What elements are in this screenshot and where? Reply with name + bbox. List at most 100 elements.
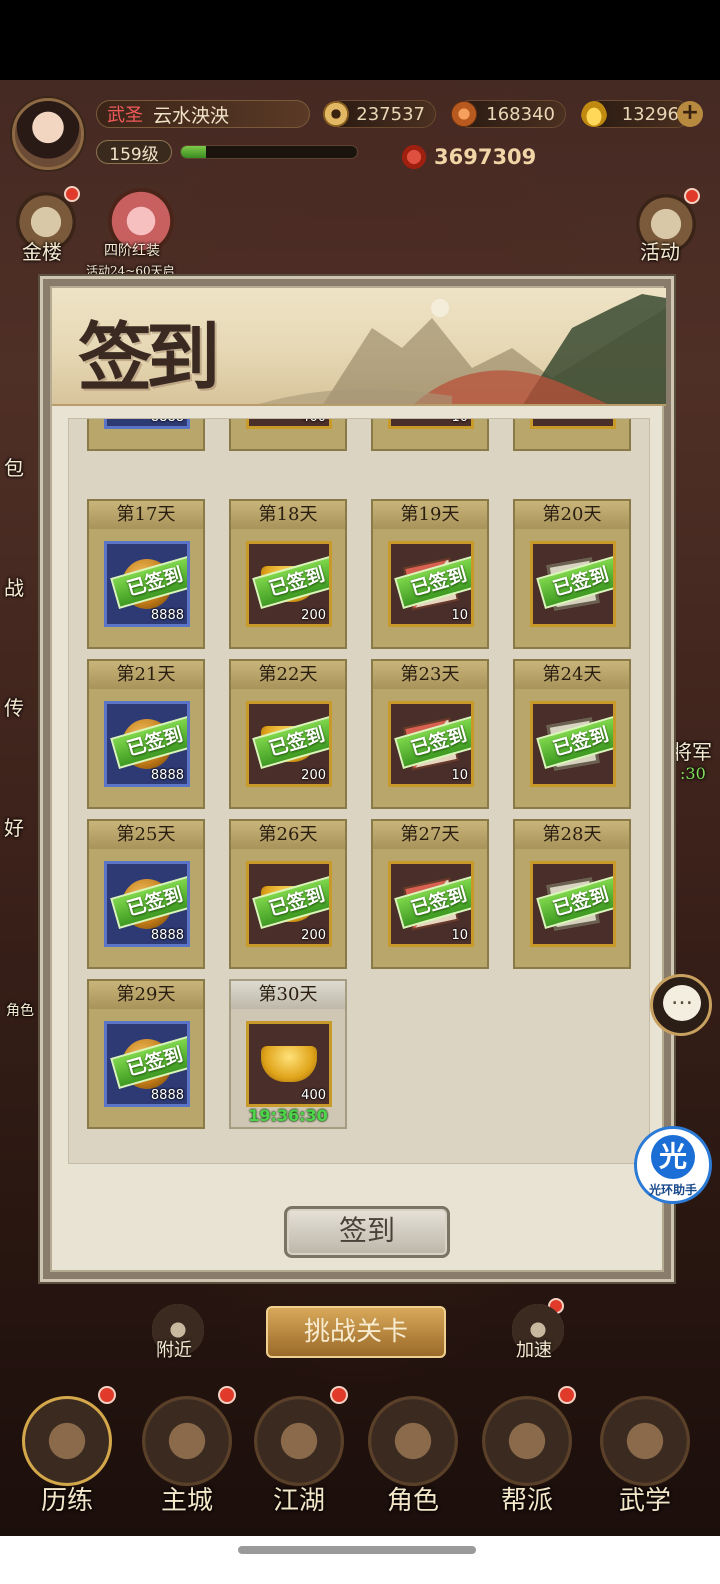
- item-qty: 200: [301, 928, 326, 943]
- nav-label: 主城: [160, 1486, 213, 1516]
- day-card[interactable]: 第17天 8888 已签到: [87, 499, 205, 649]
- item-qty: 400: [301, 419, 326, 425]
- system-nav-bar: [0, 1536, 720, 1584]
- item-box: 10: [388, 419, 474, 429]
- modal-title: 签到: [78, 315, 220, 401]
- day-label: 第18天: [231, 501, 345, 529]
- gem-icon: [451, 101, 477, 127]
- nav-martial-arts[interactable]: 武学: [590, 1384, 700, 1516]
- power-value: 3697309: [434, 145, 537, 169]
- player-name: 云水泱泱: [153, 104, 230, 127]
- item-box: 已签到: [530, 541, 616, 627]
- add-ingot-button[interactable]: +: [677, 101, 703, 127]
- item-qty: 8888: [150, 608, 184, 623]
- event-label: 活动: [640, 240, 680, 264]
- ingot-icon: [581, 101, 607, 127]
- nav-training[interactable]: 历练: [12, 1384, 122, 1516]
- nav-character[interactable]: 角色: [358, 1384, 468, 1516]
- day-label: 第28天: [515, 821, 629, 849]
- training-icon: [22, 1396, 112, 1486]
- nav-guild[interactable]: 帮派: [472, 1384, 582, 1516]
- ingot-counter: 13296 +: [581, 100, 703, 128]
- day-label: 第30天: [231, 981, 345, 1009]
- item-box: 200 已签到: [246, 541, 332, 627]
- side-label-battle: 战: [4, 576, 24, 600]
- item-box: 400: [246, 419, 332, 429]
- item-box: 8888 已签到: [104, 861, 190, 947]
- item-box: [530, 419, 616, 429]
- home-gesture-pill[interactable]: [238, 1546, 476, 1554]
- day-card[interactable]: 第21天 8888 已签到: [87, 659, 205, 809]
- day-label: 第19天: [373, 501, 487, 529]
- day-card-partial[interactable]: [513, 419, 631, 451]
- day-card[interactable]: 第23天 10 已签到: [371, 659, 489, 809]
- day-card[interactable]: 第20天已签到: [513, 499, 631, 649]
- day-label: 第20天: [515, 501, 629, 529]
- day-label: 第22天: [231, 661, 345, 689]
- sword-icon: [254, 1396, 344, 1486]
- day-card-partial[interactable]: 10: [371, 419, 489, 451]
- item-qty: 10: [451, 928, 468, 943]
- notification-dot: [98, 1386, 116, 1404]
- item-box: 8888 已签到: [104, 1021, 190, 1107]
- side-label-friend: 好: [4, 816, 24, 840]
- notification-dot: [64, 186, 80, 202]
- item-qty: 10: [451, 608, 468, 623]
- gold-ingot-icon: [261, 1046, 317, 1082]
- scroll-stack-icon: [600, 1396, 690, 1486]
- name-plate: 武圣 云水泱泱: [96, 100, 310, 128]
- day-label: 第23天: [373, 661, 487, 689]
- day-card[interactable]: 第30天 400 19:36:30: [229, 979, 347, 1129]
- item-qty: 8888: [150, 768, 184, 783]
- item-box: 8888: [104, 419, 190, 429]
- day-card[interactable]: 第29天 8888 已签到: [87, 979, 205, 1129]
- challenge-button[interactable]: 挑战关卡: [266, 1306, 446, 1358]
- day-card[interactable]: 第19天 10 已签到: [371, 499, 489, 649]
- collapse-handle[interactable]: [10, 346, 46, 382]
- day-card[interactable]: 第22天 200 已签到: [229, 659, 347, 809]
- city-gate-icon: [142, 1396, 232, 1486]
- day-card[interactable]: 第18天 200 已签到: [229, 499, 347, 649]
- day-card-partial[interactable]: 400: [229, 419, 347, 451]
- item-qty: 8888: [150, 928, 184, 943]
- day-label: 第21天: [89, 661, 203, 689]
- avatar[interactable]: [12, 98, 84, 170]
- day-card-partial[interactable]: 8888: [87, 419, 205, 451]
- checkin-grid: 8888 400 10 第17天8888已签到第18天200已签到第19天10已…: [68, 418, 650, 1164]
- day-card[interactable]: 第25天 8888 已签到: [87, 819, 205, 969]
- coin-value: 237537: [356, 103, 425, 125]
- item-qty: 200: [301, 768, 326, 783]
- status-bar: [0, 0, 720, 80]
- day-label: 第29天: [89, 981, 203, 1009]
- exp-bar: [180, 145, 358, 159]
- nav-label: 角色: [386, 1486, 439, 1516]
- helper-app-button[interactable]: 光 光环助手: [634, 1126, 712, 1204]
- gem-value: 168340: [486, 103, 555, 125]
- side-label-legend: 传: [4, 696, 24, 720]
- day-card[interactable]: 第24天 已签到: [513, 659, 631, 809]
- day-card[interactable]: 第27天 10 已签到: [371, 819, 489, 969]
- power-icon: [400, 143, 428, 171]
- item-qty: 10: [451, 768, 468, 783]
- day-label: 第25天: [89, 821, 203, 849]
- item-box: 8888 已签到: [104, 701, 190, 787]
- side-label-role: 角色: [6, 1003, 34, 1019]
- coin-icon: [323, 101, 349, 127]
- chat-bubble-icon[interactable]: [650, 974, 712, 1036]
- speedup-label: 加速: [516, 1340, 552, 1361]
- day-label: 第27天: [373, 821, 487, 849]
- day-card[interactable]: 第26天 200 已签到: [229, 819, 347, 969]
- nav-main-city[interactable]: 主城: [132, 1384, 242, 1516]
- item-box: 200 已签到: [246, 861, 332, 947]
- item-qty: 10: [451, 419, 468, 425]
- day-card[interactable]: 第28天 已签到: [513, 819, 631, 969]
- side-label-bag: 包: [4, 456, 24, 480]
- nav-label: 武学: [618, 1486, 671, 1516]
- checkin-button[interactable]: 签到: [284, 1206, 450, 1258]
- item-qty: 400: [301, 1088, 326, 1103]
- nav-jianghu[interactable]: 江湖: [244, 1384, 354, 1516]
- countdown-timer: 19:36:30: [248, 1106, 328, 1125]
- item-qty: 200: [301, 608, 326, 623]
- item-box: 10 已签到: [388, 701, 474, 787]
- rank-label: 武圣: [107, 105, 143, 126]
